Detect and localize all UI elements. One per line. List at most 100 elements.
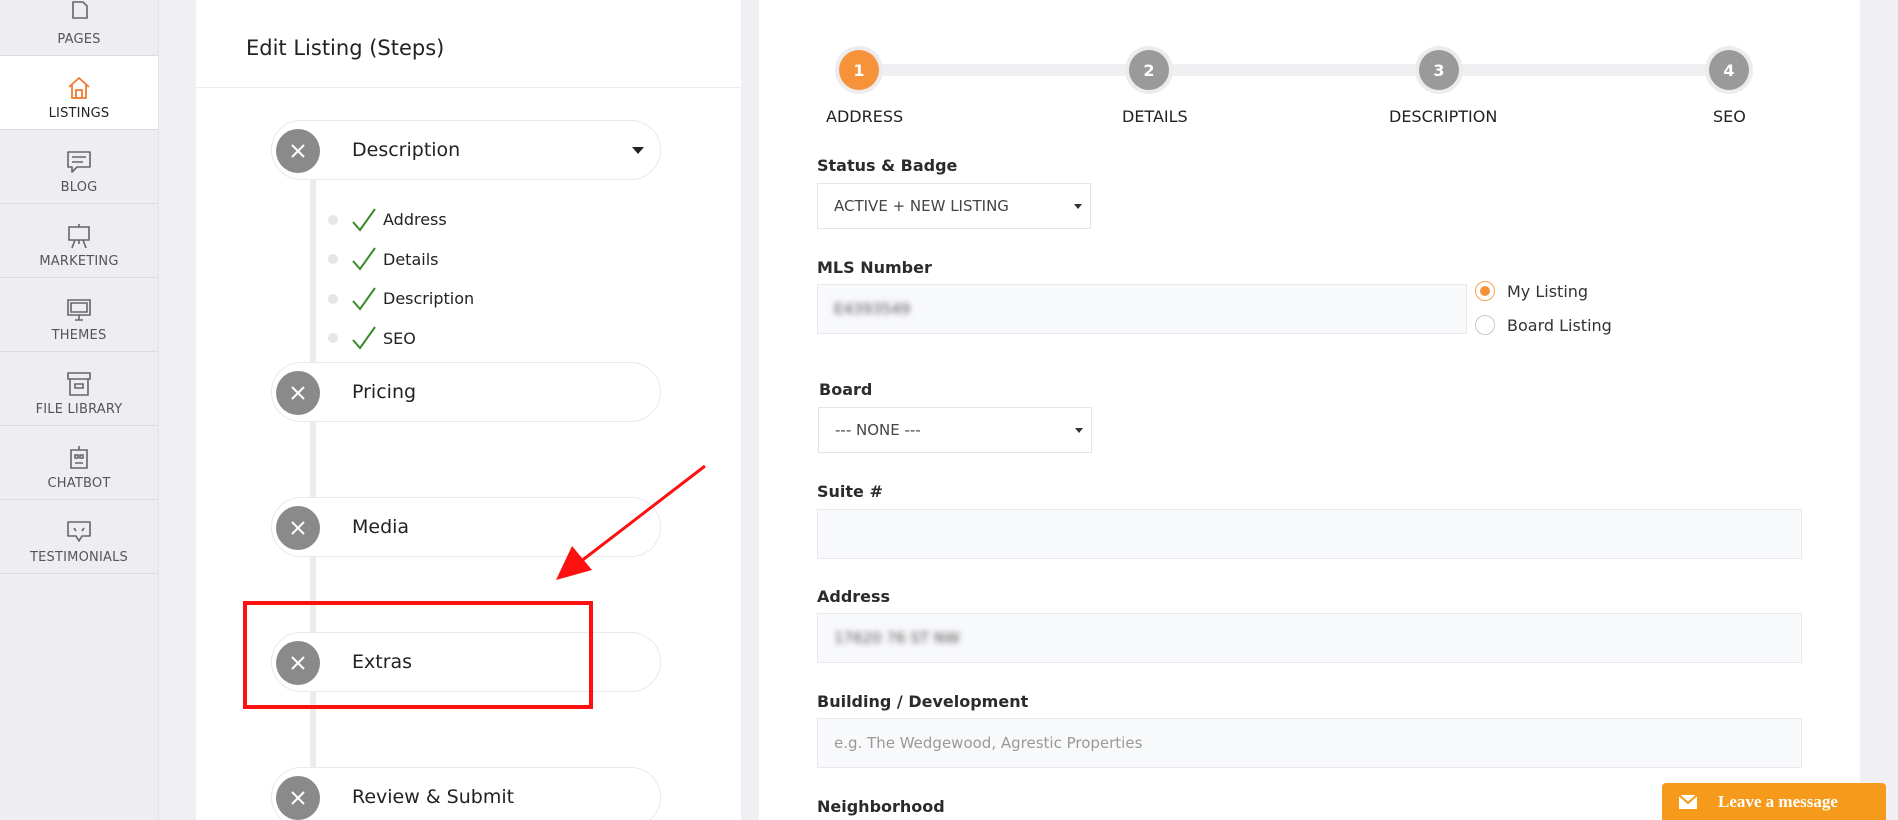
substep-description[interactable]: Description [328, 279, 475, 319]
timeline-dot [328, 293, 338, 304]
robot-icon [70, 446, 88, 469]
wizard-step-number: 2 [1129, 50, 1169, 90]
wizard-step-3[interactable]: 3 [1415, 46, 1463, 94]
building-placeholder: e.g. The Wedgewood, Agrestic Properties [834, 734, 1143, 752]
leave-message-button[interactable]: Leave a message [1662, 783, 1886, 820]
radio-my-listing[interactable]: My Listing [1475, 281, 1588, 301]
wizard-step-1[interactable]: 1 [835, 46, 883, 94]
sidebar-item-pages[interactable]: PAGES [0, 0, 158, 56]
sidebar-item-file-library[interactable]: FILE LIBRARY [0, 352, 158, 426]
substep-label: Details [383, 249, 439, 269]
status-badge-select[interactable]: ACTIVE + NEW LISTING [817, 183, 1091, 229]
testimonial-icon [67, 521, 91, 542]
step-label: Pricing [352, 381, 417, 403]
archive-icon [67, 372, 91, 396]
caret-down-icon [1075, 428, 1083, 433]
sidebar-item-chatbot[interactable]: CHATBOT [0, 426, 158, 500]
sidebar-item-testimonials[interactable]: TESTIMONIALS [0, 500, 158, 574]
caret-down-icon[interactable] [632, 147, 644, 154]
substep-label: Address [383, 210, 447, 230]
leave-message-label: Leave a message [1718, 791, 1838, 811]
sidebar-item-label: MARKETING [39, 254, 119, 269]
house-icon [68, 77, 90, 99]
status-badge-label: Status & Badge [817, 156, 958, 175]
annotation-highlight-box [243, 601, 593, 709]
comment-icon [67, 151, 91, 173]
sidebar-item-label: PAGES [57, 32, 101, 47]
caret-down-icon [1074, 204, 1082, 209]
annotation-arrow-icon [556, 464, 706, 580]
wizard-step-4[interactable]: 4 [1705, 46, 1753, 94]
wizard-step-2[interactable]: 2 [1125, 46, 1173, 94]
mls-number-input[interactable]: E4393549 [817, 284, 1467, 334]
sidebar-item-label: CHATBOT [47, 476, 111, 491]
sidebar-item-blog[interactable]: BLOG [0, 130, 158, 204]
radio-board-listing[interactable]: Board Listing [1475, 315, 1612, 335]
sidebar-item-label: THEMES [51, 328, 107, 343]
panel-title: Edit Listing (Steps) [246, 36, 445, 60]
mls-number-value: E4393549 [834, 300, 911, 318]
easel-icon [68, 224, 90, 249]
monitor-icon [67, 299, 91, 321]
board-label: Board [819, 380, 873, 399]
sidebar-item-label: TESTIMONIALS [30, 550, 128, 565]
building-input[interactable]: e.g. The Wedgewood, Agrestic Properties [817, 718, 1802, 768]
step-pricing[interactable]: Pricing [271, 362, 661, 422]
board-select[interactable]: --- NONE --- [818, 407, 1092, 453]
radio-button[interactable] [1475, 315, 1495, 335]
wizard-step-label: DETAILS [1122, 107, 1188, 126]
suite-label: Suite # [817, 482, 883, 501]
step-label: Review & Submit [352, 786, 515, 808]
address-label: Address [817, 587, 891, 606]
step-description[interactable]: Description [271, 120, 661, 180]
radio-label: My Listing [1507, 281, 1589, 301]
wizard-step-number: 4 [1709, 50, 1749, 90]
substep-list: Address Details Description SEO [328, 200, 475, 359]
neighborhood-label: Neighborhood [817, 797, 945, 816]
step-label: Description [352, 139, 461, 161]
page-icon [72, 1, 88, 19]
close-icon [276, 506, 320, 550]
building-label: Building / Development [817, 692, 1029, 711]
suite-input[interactable] [817, 509, 1802, 559]
wizard-step-label: DESCRIPTION [1389, 107, 1498, 126]
checkmark-icon [352, 287, 376, 311]
close-icon [276, 371, 320, 415]
substep-details[interactable]: Details [328, 240, 474, 280]
radio-button[interactable] [1475, 281, 1495, 301]
checkmark-icon [352, 208, 376, 232]
substep-label: SEO [383, 328, 416, 348]
sidebar-item-label: FILE LIBRARY [35, 402, 123, 417]
substep-label: Description [383, 289, 475, 309]
radio-selected-dot [1480, 286, 1490, 296]
timeline-dot [328, 254, 338, 265]
listing-form-panel: 1 2 3 4 ADDRESS DETAILS DESCRIPTION SEO … [759, 0, 1860, 820]
wizard-step-number: 1 [839, 50, 879, 90]
checkmark-icon [352, 326, 376, 350]
substep-address[interactable]: Address [328, 200, 474, 240]
radio-label: Board Listing [1507, 315, 1612, 335]
step-label: Media [352, 516, 410, 538]
sidebar: PAGES LISTINGS BLOG MARKETING THEMES FIL… [0, 0, 159, 820]
sidebar-item-listings[interactable]: LISTINGS [0, 56, 158, 130]
sidebar-item-themes[interactable]: THEMES [0, 278, 158, 352]
timeline-dot [328, 333, 338, 344]
substep-seo[interactable]: SEO [328, 319, 474, 359]
sidebar-item-marketing[interactable]: MARKETING [0, 204, 158, 278]
wizard-step-label: ADDRESS [826, 107, 904, 126]
step-review-submit[interactable]: Review & Submit [271, 767, 661, 820]
address-value: 17620 76 ST NW [834, 629, 960, 647]
timeline-dot [328, 214, 338, 225]
wizard-progress-track [859, 64, 1729, 76]
close-icon [276, 776, 320, 820]
sidebar-item-label: LISTINGS [48, 106, 110, 121]
envelope-icon [1678, 793, 1698, 809]
wizard-step-number: 3 [1419, 50, 1459, 90]
address-input[interactable]: 17620 76 ST NW [817, 613, 1802, 663]
board-value: --- NONE --- [835, 421, 921, 439]
timeline-line [310, 150, 316, 820]
checkmark-icon [352, 247, 376, 271]
sidebar-item-label: BLOG [60, 180, 98, 195]
status-badge-value: ACTIVE + NEW LISTING [834, 197, 1009, 215]
divider [196, 87, 741, 88]
